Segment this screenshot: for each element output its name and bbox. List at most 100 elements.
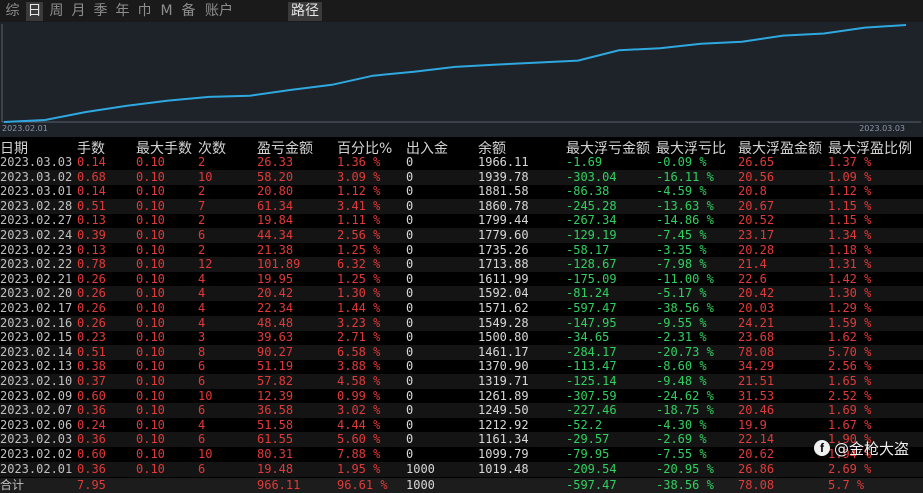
cell-max-float-profit-pct: 1.59 %: [828, 315, 872, 330]
tab-0[interactable]: 综: [4, 2, 21, 21]
tab-8[interactable]: 备: [180, 2, 197, 21]
cell-percent: 3.23 %: [337, 315, 381, 330]
table-row[interactable]: 2023.02.20 0.26 0.10 4 20.42 1.30 % 0 1592.04 -8…: [0, 286, 923, 302]
watermark-text: @金枪大盗: [833, 439, 909, 458]
period-tab-bar: 综日周月季年巾 M 备账户 路径: [0, 0, 923, 22]
cell-max-float-loss-pct: -7.98 %: [656, 257, 707, 272]
tab-5[interactable]: 年: [114, 2, 131, 21]
cell-date: 2023.02.14: [0, 344, 73, 359]
cell-max-lots: 0.10: [136, 286, 165, 301]
table-row[interactable]: 2023.02.14 0.51 0.10 8 90.27 6.58 % 0 1461.17 -2…: [0, 344, 923, 360]
cell-max-float-profit: 19.9: [738, 417, 767, 432]
total-max-float-profit-pct: 5.7 %: [828, 478, 865, 493]
table-row[interactable]: 2023.02.06 0.24 0.10 4 51.58 4.44 % 0 1212.92 -5…: [0, 418, 923, 433]
cell-pnl: 80.31: [257, 447, 294, 461]
cell-date: 2023.02.10: [0, 374, 73, 388]
table-row[interactable]: 2023.02.17 0.26 0.10 4 22.34 1.44 % 0 1571.62 -5…: [0, 301, 923, 316]
cell-date: 2023.02.15: [0, 330, 73, 345]
table-row[interactable]: 2023.02.22 0.78 0.10 12 101.89 6.32 % 0 1713.88…: [0, 257, 923, 273]
cell-max-float-profit-pct: 1.65 %: [828, 374, 872, 388]
table-row[interactable]: 2023.02.02 0.60 0.10 10 80.31 7.88 % 0 1099.79 -…: [0, 447, 923, 462]
cell-lots: 0.14: [77, 155, 106, 169]
cell-count: 2: [198, 184, 206, 199]
cell-date: 2023.02.22: [0, 257, 73, 272]
cell-percent: 4.44 %: [337, 417, 381, 432]
table-row[interactable]: 2023.03.01 0.14 0.10 2 20.80 1.12 % 0 1881.58 -8…: [0, 184, 923, 199]
table-row[interactable]: 2023.02.27 0.13 0.10 2 19.84 1.11 % 0 1799.44 -2…: [0, 213, 923, 228]
tab-9[interactable]: 账户: [202, 2, 236, 21]
cell-max-float-loss: -125.14: [566, 374, 617, 388]
cell-max-lots: 0.10: [136, 301, 165, 315]
tab-6[interactable]: 巾: [136, 2, 153, 21]
table-row[interactable]: 2023.03.02 0.68 0.10 10 58.20 3.09 % 0 1939.78 -…: [0, 169, 923, 185]
cell-date: 2023.02.16: [0, 315, 73, 330]
tab-10[interactable]: 路径: [288, 2, 322, 21]
cell-lots: 0.26: [77, 315, 106, 330]
cell-deposit: 0: [406, 330, 414, 345]
table-row[interactable]: 2023.02.01 0.36 0.10 6 19.48 1.95 % 1000 1019.4…: [0, 461, 923, 477]
cell-percent: 0.99 %: [337, 388, 381, 403]
tab-2[interactable]: 周: [48, 2, 65, 21]
table-row[interactable]: 2023.02.28 0.51 0.10 7 61.34 3.41 % 0 1860.78 -2…: [0, 198, 923, 214]
cell-balance: 1500.80: [478, 330, 529, 345]
cell-date: 2023.03.03: [0, 155, 73, 169]
cell-max-float-profit: 22.6: [738, 271, 767, 286]
cell-max-float-loss: -52.2: [566, 417, 603, 432]
cell-count: 4: [198, 301, 206, 315]
cell-count: 6: [198, 228, 206, 242]
tab-4[interactable]: 季: [92, 2, 109, 21]
table-row[interactable]: 2023.03.03 0.14 0.10 2 26.33 1.36 % 0 1966.11 -1…: [0, 155, 923, 170]
tab-7[interactable]: M: [158, 2, 175, 21]
cell-lots: 0.38: [77, 359, 106, 374]
cell-date: 2023.02.20: [0, 286, 73, 301]
table-row[interactable]: 2023.02.21 0.26 0.10 4 19.95 1.25 % 0 1611.99 -1…: [0, 272, 923, 287]
table-row[interactable]: 2023.02.03 0.36 0.10 6 61.55 5.60 % 0 1161.34 -2…: [0, 432, 923, 448]
table-row[interactable]: 2023.02.16 0.26 0.10 4 48.48 3.23 % 0 1549.28 -1…: [0, 315, 923, 331]
cell-date: 2023.02.28: [0, 198, 73, 213]
cell-lots: 0.60: [77, 388, 106, 403]
cell-percent: 1.44 %: [337, 301, 381, 315]
cell-date: 2023.02.07: [0, 403, 73, 418]
table-row[interactable]: 2023.02.24 0.39 0.10 6 44.34 2.56 % 0 1779.60 -1…: [0, 228, 923, 243]
cell-lots: 0.37: [77, 374, 106, 388]
cell-max-float-profit: 20.67: [738, 198, 775, 213]
cell-deposit: 0: [406, 155, 414, 169]
cell-max-float-loss: -79.95: [566, 447, 610, 461]
table-row[interactable]: 2023.02.23 0.13 0.10 2 21.38 1.25 % 0 1735.26 -5…: [0, 243, 923, 258]
cell-percent: 6.58 %: [337, 344, 381, 359]
cell-count: 12: [198, 257, 213, 272]
cell-max-float-profit-pct: 2.69 %: [828, 461, 872, 476]
cell-count: 10: [198, 169, 213, 184]
tab-3[interactable]: 月: [70, 2, 87, 21]
cell-max-lots: 0.10: [136, 213, 165, 228]
cell-max-float-profit: 23.68: [738, 330, 775, 345]
cell-balance: 1939.78: [478, 169, 529, 184]
cell-balance: 1249.50: [478, 403, 529, 418]
cell-percent: 3.02 %: [337, 403, 381, 418]
cell-pnl: 36.58: [257, 403, 294, 418]
cell-pnl: 19.95: [257, 271, 294, 286]
cell-max-lots: 0.10: [136, 374, 165, 388]
tab-1[interactable]: 日: [26, 2, 43, 21]
cell-max-float-loss-pct: -18.75 %: [656, 403, 714, 418]
cell-balance: 1019.48: [478, 461, 529, 476]
cell-max-float-profit: 31.53: [738, 388, 775, 403]
table-row[interactable]: 2023.02.09 0.60 0.10 10 12.39 0.99 % 0 1261.89 -…: [0, 389, 923, 404]
cell-max-lots: 0.10: [136, 242, 165, 257]
cell-count: 6: [198, 432, 206, 447]
cell-max-float-loss: -303.04: [566, 169, 617, 184]
cell-date: 2023.03.01: [0, 184, 73, 199]
table-row[interactable]: 2023.02.13 0.38 0.10 6 51.19 3.88 % 0 1370.90 -1…: [0, 359, 923, 374]
cell-pnl: 12.39: [257, 388, 294, 403]
cell-max-float-loss: -81.24: [566, 286, 610, 301]
table-row[interactable]: 2023.02.10 0.37 0.10 6 57.82 4.58 % 0 1319.71 -1…: [0, 374, 923, 389]
total-max-float-loss-pct: -38.56 %: [656, 478, 714, 493]
cell-percent: 1.95 %: [337, 461, 381, 476]
cell-lots: 0.78: [77, 257, 106, 272]
table-row[interactable]: 2023.02.15 0.23 0.10 3 39.63 2.71 % 0 1500.80 -3…: [0, 330, 923, 345]
cell-date: 2023.02.02: [0, 447, 73, 461]
cell-deposit: 0: [406, 447, 414, 461]
table-row[interactable]: 2023.02.07 0.36 0.10 6 36.58 3.02 % 0 1249.50 -2…: [0, 403, 923, 419]
cell-percent: 1.36 %: [337, 155, 381, 169]
cell-max-float-profit-pct: 5.70 %: [828, 344, 872, 359]
